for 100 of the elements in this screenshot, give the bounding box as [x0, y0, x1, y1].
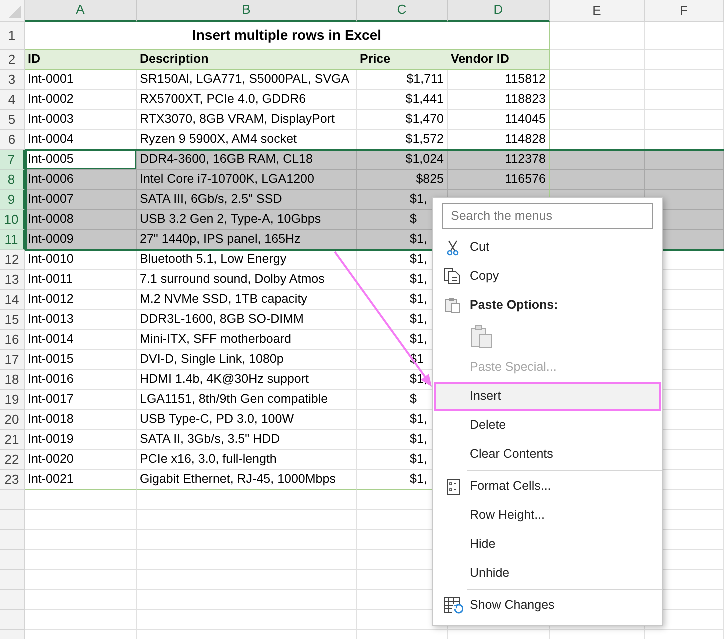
row-number[interactable]: 22 [0, 450, 25, 470]
table-cell: Int-0006 [25, 170, 137, 190]
table-cell: Int-0017 [25, 390, 137, 410]
row-number[interactable]: 4 [0, 90, 25, 110]
table-cell: Int-0021 [25, 470, 137, 490]
table-cell: USB Type-C, PD 3.0, 100W [137, 410, 357, 430]
row-header[interactable] [0, 610, 25, 630]
row-number[interactable]: 7 [0, 150, 25, 170]
table-cell: $825 [357, 170, 448, 190]
table-cell: Gigabit Ethernet, RJ-45, 1000Mbps [137, 470, 357, 490]
table-cell: 112378 [448, 150, 550, 170]
menu-item[interactable]: Insert [434, 382, 661, 411]
row-number[interactable]: 23 [0, 470, 25, 490]
column-header[interactable]: A [25, 0, 137, 22]
table-cell: Int-0003 [25, 110, 137, 130]
table-cell: Int-0005 [25, 150, 137, 170]
table-cell: Bluetooth 5.1, Low Energy [137, 250, 357, 270]
column-header[interactable]: C [357, 0, 448, 22]
row-number[interactable]: 10 [0, 210, 25, 230]
table-cell: $1,711 [357, 70, 448, 90]
table-cell: Int-0014 [25, 330, 137, 350]
column-header[interactable]: B [137, 0, 357, 22]
column-heading: Price [357, 50, 448, 70]
table-cell: USB 3.2 Gen 2, Type-A, 10Gbps [137, 210, 357, 230]
select-all-icon[interactable] [9, 6, 21, 18]
row-number[interactable]: 12 [0, 250, 25, 270]
row-number[interactable]: 1 [0, 22, 25, 50]
row-header[interactable] [0, 550, 25, 570]
row-number[interactable]: 16 [0, 330, 25, 350]
row-number[interactable]: 19 [0, 390, 25, 410]
row-header[interactable] [0, 490, 25, 510]
row-number[interactable]: 21 [0, 430, 25, 450]
table-cell: Int-0016 [25, 370, 137, 390]
column-header[interactable]: D [448, 0, 550, 22]
table-cell: $1,470 [357, 110, 448, 130]
table-cell: Int-0007 [25, 190, 137, 210]
table-cell: $1,024 [357, 150, 448, 170]
row-number[interactable]: 20 [0, 410, 25, 430]
row-header[interactable] [0, 570, 25, 590]
row-number[interactable]: 9 [0, 190, 25, 210]
table-cell: Int-0011 [25, 270, 137, 290]
row-header[interactable] [0, 530, 25, 550]
row-number[interactable]: 2 [0, 50, 25, 70]
row-number[interactable]: 13 [0, 270, 25, 290]
paste-option-icon[interactable] [471, 324, 493, 348]
table-cell: Int-0013 [25, 310, 137, 330]
table-cell: 118823 [448, 90, 550, 110]
table-cell: SATA III, 6Gb/s, 2.5" SSD [137, 190, 357, 210]
column-heading: Vendor ID [448, 50, 550, 70]
table-cell: LGA1151, 8th/9th Gen compatible [137, 390, 357, 410]
table-cell: 27" 1440p, IPS panel, 165Hz [137, 230, 357, 250]
scissors-icon [447, 240, 459, 256]
show-changes-icon [444, 597, 462, 614]
format-cells-icon [446, 478, 460, 494]
table-cell: Int-0008 [25, 210, 137, 230]
row-number[interactable]: 8 [0, 170, 25, 190]
table-cell: DVI-D, Single Link, 1080p [137, 350, 357, 370]
copy-icon [444, 268, 462, 285]
row-number[interactable]: 5 [0, 110, 25, 130]
menu-item[interactable]: Show Changes [434, 591, 661, 620]
table-cell: DDR4-3600, 16GB RAM, CL18 [137, 150, 357, 170]
table-cell: Int-0020 [25, 450, 137, 470]
table-cell: HDMI 1.4b, 4K@30Hz support [137, 370, 357, 390]
table-cell: 7.1 surround sound, Dolby Atmos [137, 270, 357, 290]
table-cell: SATA II, 3Gb/s, 3.5" HDD [137, 430, 357, 450]
table-cell: 116576 [448, 170, 550, 190]
table-cell: SR150Al, LGA771, S5000PAL, SVGA [137, 70, 357, 90]
row-number[interactable]: 18 [0, 370, 25, 390]
column-heading: Description [137, 50, 357, 70]
menu-item[interactable]: Hide [434, 530, 661, 559]
row-number[interactable]: 15 [0, 310, 25, 330]
column-heading: ID [25, 50, 137, 70]
table-cell: DDR3L-1600, 8GB SO-DIMM [137, 310, 357, 330]
row-number[interactable]: 14 [0, 290, 25, 310]
clipboard-icon [445, 297, 461, 314]
menu-heading: Paste Options: [470, 297, 558, 314]
row-number[interactable]: 6 [0, 130, 25, 150]
table-cell: PCIe x16, 3.0, full-length [137, 450, 357, 470]
menu-item[interactable]: Row Height... [434, 501, 661, 530]
row-number[interactable]: 3 [0, 70, 25, 90]
row-number[interactable]: 11 [0, 230, 25, 250]
row-header[interactable] [0, 590, 25, 610]
row-header[interactable] [0, 510, 25, 530]
table-cell: Intel Core i7-10700K, LGA1200 [137, 170, 357, 190]
menu-item[interactable]: Unhide [434, 559, 661, 588]
table-cell: Int-0012 [25, 290, 137, 310]
table-cell: Mini-ITX, SFF motherboard [137, 330, 357, 350]
table-cell: Int-0018 [25, 410, 137, 430]
column-header[interactable]: E [550, 0, 645, 22]
table-cell: RX5700XT, PCIe 4.0, GDDR6 [137, 90, 357, 110]
table-cell: Int-0002 [25, 90, 137, 110]
table-cell: Int-0015 [25, 350, 137, 370]
column-header[interactable]: F [645, 0, 724, 22]
search-field[interactable]: Search the menus [442, 203, 653, 229]
table-cell: 114045 [448, 110, 550, 130]
table-cell: 115812 [448, 70, 550, 90]
row-number[interactable]: 17 [0, 350, 25, 370]
table-cell: RTX3070, 8GB VRAM, DisplayPort [137, 110, 357, 130]
table-cell: Int-0019 [25, 430, 137, 450]
table-cell: Int-0010 [25, 250, 137, 270]
